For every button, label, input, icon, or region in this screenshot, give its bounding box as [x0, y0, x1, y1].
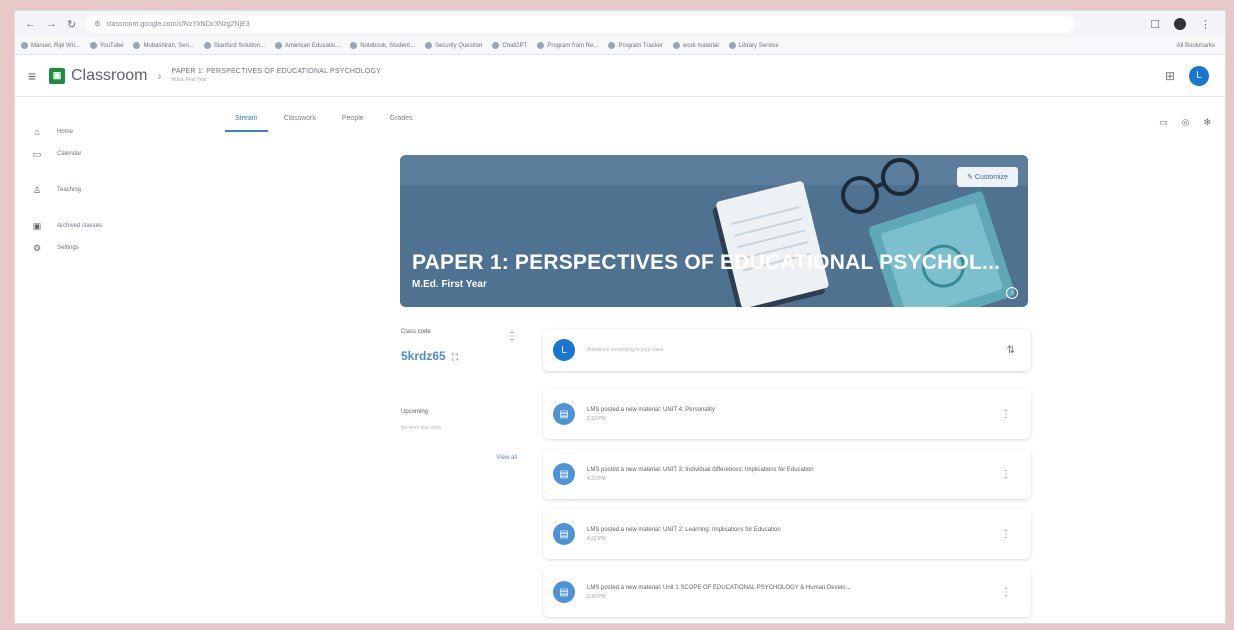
class-code-card: Class code ⋮ 5krdz65 ⛶ [401, 329, 523, 363]
post-title: LMS posted a new material: UNIT 4: Perso… [587, 406, 715, 413]
bookmark-item[interactable]: Security Question [424, 42, 482, 49]
class-banner: ✎ Customize PAPER 1: PERSPECTIVES OF EDU… [400, 155, 1028, 307]
customize-button[interactable]: ✎ Customize [957, 167, 1018, 187]
avatar[interactable]: L [1189, 65, 1209, 86]
sidebar-item-calendar[interactable]: ▭ Calendar [15, 143, 165, 165]
sidebar-item-label: Settings [57, 245, 79, 251]
apps-grid-icon[interactable]: ⊞ [1165, 69, 1175, 83]
sidebar-item-label: Calendar [57, 151, 82, 157]
more-options-icon[interactable]: ⋮ [1001, 469, 1011, 480]
bookmark-item[interactable]: ChatGPT [492, 42, 527, 49]
calendar-icon: ▭ [32, 148, 42, 159]
more-options-icon[interactable]: ⋮ [507, 331, 517, 342]
site-info-icon[interactable]: ⚙ [94, 20, 100, 28]
more-options-icon[interactable]: ⋮ [1001, 409, 1011, 420]
bookmark-item[interactable]: Library Service [728, 42, 779, 49]
info-icon[interactable]: i [1006, 287, 1018, 299]
announce-box[interactable]: L Announce something to your class ⇅ [543, 329, 1031, 371]
gear-icon[interactable]: ✻ [1203, 117, 1211, 128]
more-options-icon[interactable]: ⋮ [1001, 529, 1011, 540]
drive-folder-icon[interactable]: ◎ [1182, 117, 1190, 128]
sidebar-item-teaching[interactable]: ♙ Teaching [15, 179, 165, 201]
app-brand[interactable]: Classroom [71, 67, 147, 85]
banner-illustration [400, 155, 1028, 307]
stream-post[interactable]: ▤ LMS posted a new material: UNIT 2: Lea… [543, 509, 1031, 559]
sidebar-item-archived[interactable]: ▣ Archived classes [15, 215, 165, 237]
post-title: LMS posted a new material: Unit 1 SCOPE … [587, 584, 851, 591]
browser-toolbar: ← → ↻ ⚙ classroom.google.com/c/NzYxNDc3N… [15, 11, 1225, 37]
avatar: L [553, 339, 575, 361]
tab-people[interactable]: People [342, 115, 364, 132]
menu-icon[interactable]: ⋮ [1200, 18, 1211, 31]
post-title: LMS posted a new material: UNIT 3: Indiv… [587, 466, 814, 473]
classroom-logo[interactable]: ▣ [49, 67, 65, 84]
announce-placeholder[interactable]: Announce something to your class [587, 347, 663, 353]
extensions-icon[interactable]: ☐ [1150, 18, 1160, 31]
home-icon: ⌂ [34, 127, 40, 137]
material-icon: ▤ [553, 581, 575, 603]
tab-grades[interactable]: Grades [390, 115, 413, 132]
post-title: LMS posted a new material: UNIT 2: Learn… [587, 526, 781, 533]
material-icon: ▤ [553, 463, 575, 485]
sidebar-item-label: Home [57, 129, 74, 135]
reload-icon[interactable]: ↻ [67, 18, 76, 31]
upcoming-card: Upcoming No work due soon View all [401, 409, 523, 461]
upcoming-status: No work due soon [401, 425, 442, 431]
app-header: ≡ ▣ Classroom › PAPER 1: PERSPECTIVES OF… [15, 55, 1225, 97]
url-text: classroom.google.com/c/NzYxNDc3Nzg2NjE3 [106, 20, 250, 28]
sidebar-item-label: Teaching [57, 187, 82, 193]
banner-subtitle: M.Ed. First Year [412, 279, 487, 290]
bookmark-item[interactable]: Notebook, Student... [350, 42, 415, 49]
calendar-icon[interactable]: ▭ [1159, 117, 1168, 128]
class-code-value: 5krdz65 ⛶ [401, 349, 459, 363]
bookmark-item[interactable]: Stanford Solution... [203, 42, 265, 49]
people-icon: ♙ [32, 184, 42, 195]
bookmark-item[interactable]: Program from Re... [537, 42, 598, 49]
bookmarks-bar: Manuel, Ripi Wri... YouTube Mubashirah, … [15, 37, 1225, 55]
stream-post[interactable]: ▤ LMS posted a new material: UNIT 3: Ind… [543, 449, 1031, 499]
stream-post[interactable]: ▤ LMS posted a new material: UNIT 4: Per… [543, 389, 1031, 439]
material-icon: ▤ [553, 523, 575, 545]
bookmark-item[interactable]: Manuel, Ripi Wri... [21, 42, 80, 49]
banner-title: PAPER 1: PERSPECTIVES OF EDUCATIONAL PSY… [412, 251, 1001, 274]
screen-frame: ← → ↻ ⚙ classroom.google.com/c/NzYxNDc3N… [14, 10, 1226, 624]
material-icon: ▤ [553, 403, 575, 425]
bookmark-item[interactable]: work material [673, 42, 719, 49]
post-time: 2:22 PM [587, 593, 606, 600]
forward-icon[interactable]: → [46, 18, 57, 31]
bookmark-item[interactable]: YouTube [89, 42, 123, 49]
bookmark-item[interactable]: Program Tracker [608, 42, 663, 49]
hamburger-menu-icon[interactable]: ≡ [15, 68, 49, 84]
sidebar-item-label: Archived classes [57, 223, 103, 229]
post-time: 4:22 PM [587, 475, 606, 482]
tab-stream[interactable]: Stream [225, 115, 267, 132]
profile-icon[interactable] [1174, 18, 1186, 30]
fullscreen-icon[interactable]: ⛶ [452, 352, 458, 362]
breadcrumb-title: PAPER 1: PERSPECTIVES OF EDUCATIONAL PSY… [171, 68, 382, 75]
upcoming-title: Upcoming [401, 409, 429, 415]
sidebar: ⌂ Home ▭ Calendar ♙ Teaching ▣ Archived … [15, 121, 165, 259]
bookmark-item[interactable]: Mubashirah, Seri... [133, 42, 194, 49]
bookmark-item[interactable]: American Educatio... [274, 42, 340, 49]
class-tabs: Stream Classwork People Grades [225, 115, 413, 132]
archive-icon: ▣ [32, 220, 42, 231]
more-options-icon[interactable]: ⋮ [1001, 587, 1011, 598]
post-time: 4:22 PM [587, 535, 606, 542]
all-bookmarks-link[interactable]: All Bookmarks [1177, 43, 1215, 49]
class-actions: ▭ ◎ ✻ [1159, 117, 1211, 128]
post-time: 2:33 PM [587, 415, 606, 422]
stream-post[interactable]: ▤ LMS posted a new material: Unit 1 SCOP… [543, 567, 1031, 617]
address-bar[interactable]: ⚙ classroom.google.com/c/NzYxNDc3Nzg2NjE… [86, 15, 1075, 33]
breadcrumb[interactable]: PAPER 1: PERSPECTIVES OF EDUCATIONAL PSY… [171, 68, 381, 83]
sidebar-item-settings[interactable]: ⚙ Settings [15, 237, 165, 259]
view-all-link[interactable]: View all [496, 455, 517, 461]
back-icon[interactable]: ← [25, 18, 36, 31]
breadcrumb-separator-icon: › [157, 68, 162, 83]
sidebar-item-home[interactable]: ⌂ Home [15, 121, 165, 143]
repost-icon[interactable]: ⇅ [1007, 345, 1015, 356]
breadcrumb-subtitle: M.Ed. First Year [171, 77, 208, 83]
tab-classwork[interactable]: Classwork [284, 115, 316, 132]
gear-icon: ⚙ [32, 242, 42, 253]
class-code-label: Class code [401, 329, 431, 335]
